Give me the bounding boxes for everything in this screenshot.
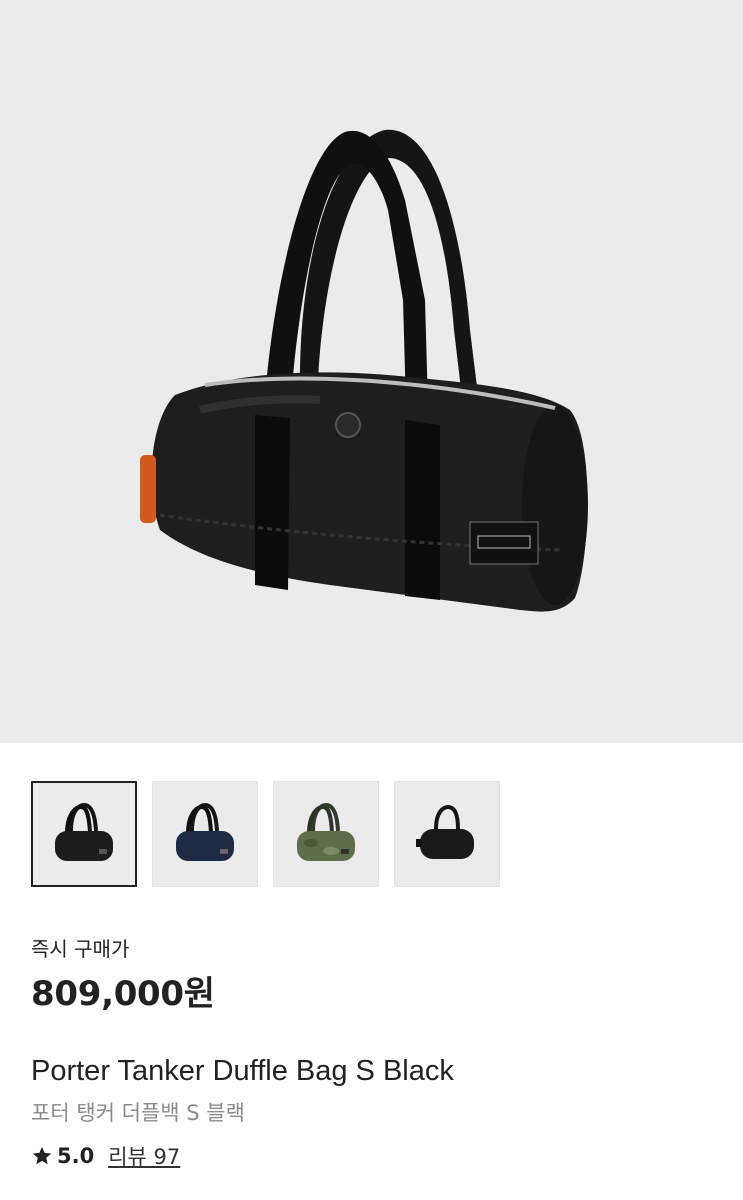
thumbnail-black[interactable] (31, 781, 137, 887)
star-icon (32, 1146, 52, 1165)
bag-thumbnail-icon (176, 802, 234, 861)
price-value: 809,000원 (31, 974, 215, 1014)
thumbnail-navy[interactable] (152, 781, 258, 887)
thumbnail-camo[interactable] (273, 781, 379, 887)
bag-thumbnail-icon (297, 802, 355, 861)
price-label: 즉시 구매가 (31, 937, 130, 961)
thumbnail-black-2way[interactable] (394, 781, 500, 887)
bag-thumbnail-icon (416, 804, 474, 859)
product-main-image[interactable] (0, 0, 743, 743)
thumbnail-strip (31, 781, 500, 887)
rating-score: 5.0 (57, 1144, 95, 1168)
product-name-korean: 포터 탱커 더플백 S 블랙 (31, 1101, 245, 1125)
product-name-english: Porter Tanker Duffle Bag S Black (31, 1055, 454, 1087)
duffle-bag-illustration (140, 129, 588, 612)
review-count-link[interactable]: 리뷰 97 (108, 1141, 180, 1171)
rating-row: 5.0 리뷰 97 (31, 1141, 180, 1171)
bag-thumbnail-icon (55, 802, 113, 861)
